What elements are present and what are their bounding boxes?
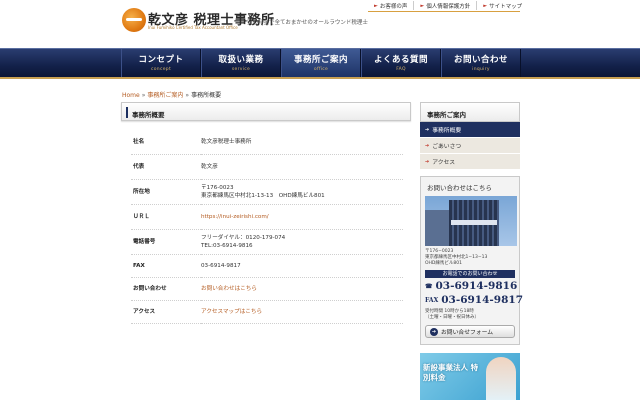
arrow-icon: ➔ bbox=[425, 126, 430, 133]
main-content: 事務所概要 社名 乾文彦税理士事務所 代表 乾文彦 所在地 〒176-0023 … bbox=[121, 102, 411, 324]
table-row: 電話番号 フリーダイヤル：0120-179-074 TEL:03-6914-98… bbox=[131, 229, 403, 255]
logo-icon[interactable] bbox=[122, 8, 146, 32]
nav-service[interactable]: 取扱い業務 service bbox=[201, 49, 281, 77]
banner-text: 新設事業法人 特別料金 bbox=[423, 363, 479, 382]
arrow-circle-icon: ➔ bbox=[430, 327, 438, 336]
free-dial: フリーダイヤル：0120-179-074 bbox=[201, 234, 286, 241]
row-label: ＵＲＬ bbox=[131, 204, 201, 230]
inquiry-form-button[interactable]: ➔ お問い合せフォーム bbox=[425, 325, 515, 338]
tel-number: TEL:03-6914-9816 bbox=[201, 242, 253, 249]
table-row: 所在地 〒176-0023 東京都練馬区中村北1-13-13 OHD練馬ビル80… bbox=[131, 179, 403, 205]
top-link-sitemap[interactable]: ► サイトマップ bbox=[476, 1, 528, 10]
table-row: FAX 03-6914-9817 bbox=[131, 254, 403, 278]
business-hours: 受付時間 10時から18時 （土曜・日曜・祝日休み） bbox=[425, 309, 479, 320]
table-row: お問い合わせ お問い合わせはこちら bbox=[131, 277, 403, 301]
person-image bbox=[486, 357, 516, 400]
sidebar-title: 事務所ご案内 bbox=[427, 111, 466, 119]
row-value: 〒176-0023 東京都練馬区中村北1-13-13 OHD練馬ビル801 bbox=[201, 179, 403, 205]
url-link[interactable]: https://inui-zeirishi.com/ bbox=[201, 214, 269, 220]
site-title-en: Inui Fumihiko Certified Tax Accountant O… bbox=[148, 25, 238, 30]
arrow-icon: ➔ bbox=[425, 158, 430, 165]
row-value: https://inui-zeirishi.com/ bbox=[201, 204, 403, 230]
table-row: アクセス アクセスマップはこちら bbox=[131, 300, 403, 324]
arrow-icon: ► bbox=[420, 2, 425, 9]
row-value: 乾文彦税理士事務所 bbox=[201, 131, 403, 155]
row-label: アクセス bbox=[131, 300, 201, 324]
nav-inquiry[interactable]: お問い合わせ inquiry bbox=[441, 49, 521, 77]
fax-number: FAX 03-6914-9817 bbox=[425, 294, 523, 306]
breadcrumb-separator: » bbox=[141, 92, 146, 99]
site-header: 乾文彦 税理士事務所 Inui Fumihiko Certified Tax A… bbox=[0, 0, 640, 48]
top-links: ► お客様の声 ► 個人情報保護方針 ► サイトマップ bbox=[368, 1, 528, 11]
row-value: 03-6914-9817 bbox=[201, 254, 403, 278]
heading-bar bbox=[126, 107, 128, 118]
breadcrumb-parent[interactable]: 事務所ご案内 bbox=[147, 92, 183, 99]
nav-office[interactable]: 事務所ご案内 office bbox=[281, 49, 361, 77]
sidebar-item-overview[interactable]: ➔ 事務所概要 bbox=[420, 122, 520, 138]
top-link-privacy[interactable]: ► 個人情報保護方針 bbox=[413, 1, 476, 10]
top-rule bbox=[368, 11, 520, 12]
contact-address: 〒176−0023 東京都練馬区中村北1−13−13 OHD練馬ビル801 bbox=[425, 249, 488, 266]
row-value: お問い合わせはこちら bbox=[201, 277, 403, 301]
nav-concept[interactable]: コンセプト concept bbox=[121, 49, 201, 77]
table-row: 社名 乾文彦税理士事務所 bbox=[131, 131, 403, 155]
row-value: 乾文彦 bbox=[201, 154, 403, 180]
sidebar-item-access[interactable]: ➔ アクセス bbox=[420, 154, 520, 170]
row-value: フリーダイヤル：0120-179-074 TEL:03-6914-9816 bbox=[201, 229, 403, 255]
new-corporation-banner[interactable]: 新設事業法人 特別料金 bbox=[420, 353, 520, 400]
row-label: お問い合わせ bbox=[131, 277, 201, 301]
row-value: アクセスマップはこちら bbox=[201, 300, 403, 324]
arrow-icon: ➔ bbox=[425, 142, 430, 149]
table-row: 代表 乾文彦 bbox=[131, 154, 403, 180]
address: 東京都練馬区中村北1-13-13 OHD練馬ビル801 bbox=[201, 192, 325, 199]
table-row: ＵＲＬ https://inui-zeirishi.com/ bbox=[131, 204, 403, 230]
sidebar: 事務所ご案内 ➔ 事務所概要 ➔ ごあいさつ ➔ アクセス お問い合わせはこちら 〒1… bbox=[420, 102, 523, 400]
top-link-voice[interactable]: ► お客様の声 bbox=[368, 1, 413, 10]
inquiry-link[interactable]: お問い合わせはこちら bbox=[201, 286, 257, 292]
sidebar-item-greeting[interactable]: ➔ ごあいさつ bbox=[420, 138, 520, 154]
phone-icon: ☎ bbox=[425, 282, 433, 290]
breadcrumb-home[interactable]: Home bbox=[122, 92, 140, 99]
office-building-image bbox=[425, 196, 517, 246]
row-label: FAX bbox=[131, 254, 201, 278]
arrow-icon: ► bbox=[483, 2, 488, 9]
breadcrumb: Home» 事務所ご案内» 事務所概要 bbox=[122, 90, 221, 99]
fax-label: FAX bbox=[425, 296, 439, 304]
tel-number[interactable]: ☎ 03-6914-9816 bbox=[425, 280, 517, 292]
row-label: 所在地 bbox=[131, 179, 201, 205]
row-label: 代表 bbox=[131, 154, 201, 180]
page-heading: 事務所概要 bbox=[121, 102, 411, 121]
contact-box: お問い合わせはこちら 〒176−0023 東京都練馬区中村北1−13−13 OH… bbox=[420, 176, 523, 345]
breadcrumb-separator: » bbox=[185, 92, 190, 99]
postal-code: 〒176-0023 bbox=[201, 184, 234, 191]
row-label: 社名 bbox=[131, 131, 201, 155]
access-map-link[interactable]: アクセスマップはこちら bbox=[201, 309, 262, 315]
breadcrumb-current: 事務所概要 bbox=[191, 92, 222, 99]
page-title: 事務所概要 bbox=[132, 111, 165, 119]
sidebar-heading: 事務所ご案内 bbox=[420, 102, 520, 122]
tagline: 安心料金で全ておまかせのオールラウンド税理士 bbox=[247, 20, 368, 26]
nav-faq[interactable]: よくある質問 FAQ bbox=[361, 49, 441, 77]
arrow-icon: ► bbox=[374, 2, 378, 9]
office-info-table: 社名 乾文彦税理士事務所 代表 乾文彦 所在地 〒176-0023 東京都練馬区… bbox=[131, 131, 403, 324]
row-label: 電話番号 bbox=[131, 229, 201, 255]
contact-box-title: お問い合わせはこちら bbox=[427, 184, 492, 192]
global-nav: コンセプト concept 取扱い業務 service 事務所ご案内 offic… bbox=[0, 48, 640, 79]
tel-heading: お電話でのお問い合わせ bbox=[425, 270, 515, 278]
